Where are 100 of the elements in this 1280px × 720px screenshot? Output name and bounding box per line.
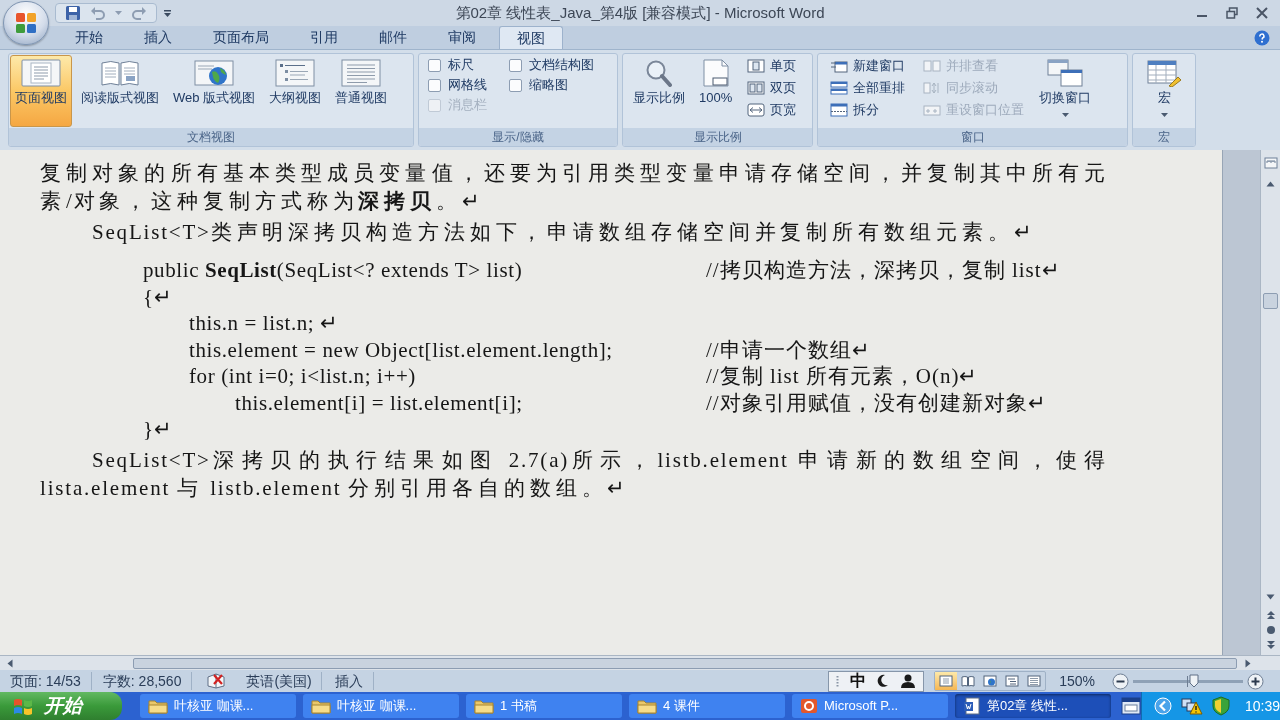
page-count-text[interactable]: 页面: 14/53 — [10, 670, 81, 692]
ribbon-button[interactable]: Web 版式视图 — [168, 55, 261, 127]
windows-icon — [1047, 59, 1083, 87]
group-label: 宏 — [1158, 130, 1170, 144]
outline-icon — [1005, 675, 1020, 687]
checkbox[interactable] — [428, 78, 441, 92]
slider-thumb[interactable] — [1188, 673, 1199, 688]
proofing-book-icon[interactable] — [206, 673, 227, 689]
squares-logo-icon — [15, 12, 37, 34]
ribbon-tab[interactable]: 审阅 — [430, 26, 494, 49]
scrollbar-thumb[interactable] — [133, 657, 1237, 669]
ribbon-tab[interactable]: 邮件 — [361, 26, 425, 49]
checkbox-label: 标尺 — [448, 56, 474, 75]
reset-window-icon — [923, 103, 941, 117]
code-line: {↵ — [143, 284, 173, 309]
page-icon — [939, 675, 954, 687]
stacked-windows-icon — [830, 81, 848, 95]
taskbar-button[interactable]: Microsoft P... — [792, 694, 948, 718]
scrollbar-thumb[interactable] — [1263, 293, 1278, 309]
close-icon[interactable] — [1256, 7, 1268, 19]
page-width-icon — [747, 103, 766, 117]
book-icon — [961, 675, 976, 687]
ribbon-tab[interactable]: 视图 — [499, 26, 563, 49]
chevron-icon[interactable] — [1154, 697, 1172, 715]
grip-icon — [836, 674, 840, 688]
person-icon[interactable] — [900, 673, 917, 689]
word-count-text[interactable]: 字数: 28,560 — [102, 670, 182, 692]
ribbon-button[interactable]: 宏 — [1141, 55, 1187, 127]
paragraph: SeqList<T>深拷贝的执行结果如图 2.7(a)所示，listb.element 申请新的数组空间，使得lista.element 与 listb.element 分别引用各自的数组。↵ — [40, 446, 1110, 502]
view-button[interactable] — [935, 672, 958, 690]
group-label: 显示/隐藏 — [492, 130, 544, 144]
ribbon-button[interactable]: 普通视图 — [330, 55, 393, 127]
taskbar-button[interactable]: 叶核亚 咖课... — [140, 694, 296, 718]
code-comment: //申请一个数组↵ — [706, 337, 871, 362]
ribbon-button[interactable]: 页面视图 — [10, 55, 72, 127]
save-icon[interactable] — [65, 5, 81, 21]
two-pages-icon — [747, 81, 766, 95]
folder-icon — [637, 698, 657, 714]
sheet-icon — [1146, 59, 1182, 87]
ime-mode-button[interactable]: 中 — [850, 672, 867, 690]
ribbon-tab[interactable]: 引用 — [292, 26, 356, 49]
ribbon-button[interactable]: 大纲视图 — [264, 55, 327, 127]
ribbon-tab[interactable]: 页面布局 — [195, 26, 287, 49]
down-arrow-icon[interactable] — [1266, 594, 1275, 600]
taskbar-button[interactable]: 第02章 线性... — [955, 694, 1111, 718]
help-icon[interactable] — [1254, 29, 1270, 46]
checkbox[interactable] — [428, 58, 441, 72]
ribbon-tab[interactable]: 插入 — [126, 26, 190, 49]
checkbox-label: 网格线 — [448, 76, 487, 95]
double-up-arrow-icon[interactable] — [1265, 610, 1276, 620]
ribbon-button[interactable]: 全部重排 — [828, 77, 907, 99]
checkbox[interactable] — [509, 58, 522, 72]
ribbon-button[interactable]: 单页 — [745, 55, 799, 77]
left-arrow-icon[interactable] — [7, 658, 13, 668]
split-window-icon — [830, 103, 848, 117]
checkbox[interactable] — [509, 78, 522, 92]
taskbar-button[interactable]: 4 课件 — [629, 694, 785, 718]
lines-page-icon — [341, 59, 382, 87]
globe-page-icon — [194, 59, 235, 87]
ribbon-button[interactable]: 显示比例 — [628, 55, 690, 127]
caret-icon — [1061, 113, 1069, 117]
up-arrow-icon[interactable] — [1266, 181, 1275, 187]
globe-page-icon — [983, 675, 998, 687]
zoom-out-icon[interactable] — [1112, 672, 1129, 690]
presentation-icon — [800, 698, 818, 714]
ribbon-button[interactable]: 阅读版式视图 — [76, 55, 164, 127]
ribbon-tab[interactable]: 开始 — [57, 26, 121, 49]
zoom-percent-text[interactable]: 150% — [1059, 670, 1095, 692]
group-label: 显示比例 — [693, 130, 742, 144]
ribbon-button[interactable]: 切换窗口 — [1034, 55, 1096, 127]
browse-dot-icon[interactable] — [1265, 625, 1276, 635]
ribbon-button[interactable]: 页宽 — [745, 99, 799, 121]
language-text[interactable]: 英语(美国) — [246, 670, 312, 692]
ruler-icon[interactable] — [1263, 157, 1278, 169]
start-button[interactable]: 开始 — [0, 692, 122, 720]
folder-icon — [311, 698, 331, 714]
right-arrow-icon[interactable] — [1245, 658, 1251, 668]
insert-mode-text[interactable]: 插入 — [334, 670, 363, 692]
taskbar-button[interactable]: 叶核亚 咖课... — [303, 694, 459, 718]
crescent-icon[interactable] — [877, 674, 890, 688]
code-comment: //复制 list 所有元素，O(n)↵ — [706, 364, 979, 388]
shield-icon[interactable] — [1212, 696, 1230, 716]
restore-icon[interactable] — [1226, 7, 1238, 19]
office-button[interactable] — [3, 1, 49, 45]
side-by-side-icon — [923, 59, 941, 73]
zoom-in-icon[interactable] — [1247, 672, 1264, 690]
code-line: this.element[i] = list.element[i]; — [235, 390, 523, 415]
ribbon-button[interactable]: 新建窗口 — [828, 55, 907, 77]
ribbon-button[interactable]: 拆分 — [828, 99, 907, 121]
taskbar-button[interactable]: 1 书稿 — [466, 694, 622, 718]
double-down-arrow-icon[interactable] — [1265, 640, 1276, 650]
window-icon[interactable] — [1121, 697, 1141, 715]
network-warning-icon[interactable] — [1181, 696, 1203, 716]
code-line: this.element = new Object[list.element.length]; — [189, 337, 613, 362]
ribbon-button[interactable]: 双页 — [745, 77, 799, 99]
ribbon-button[interactable]: 100% — [694, 55, 738, 127]
customize-caret-icon[interactable] — [164, 9, 171, 17]
code-line: }↵ — [143, 417, 173, 441]
outline-icon — [275, 59, 316, 87]
folder-icon — [474, 698, 494, 714]
